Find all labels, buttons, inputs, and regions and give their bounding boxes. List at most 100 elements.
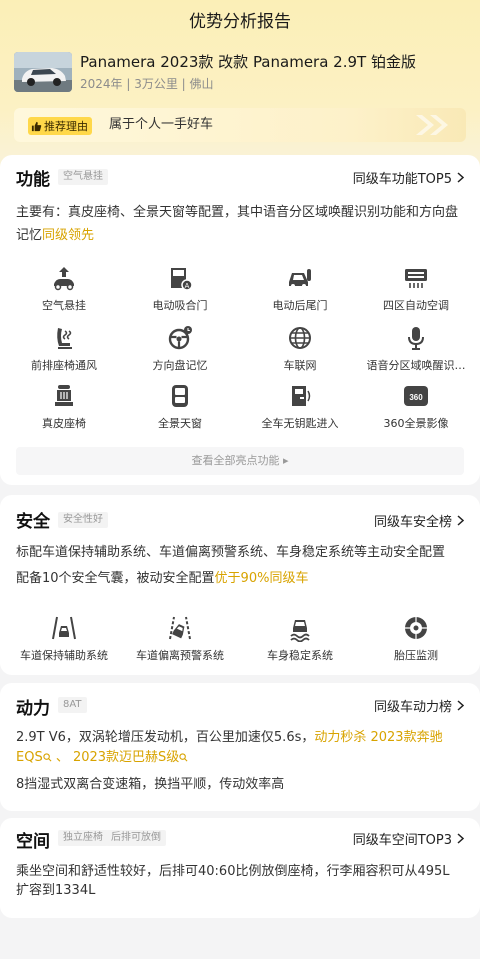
safety-feature-label: 胎压监测: [394, 649, 438, 662]
microphone-icon: [408, 327, 424, 350]
competitor-link-eqs[interactable]: EQS: [16, 750, 43, 765]
recommend-tag: 推荐理由: [28, 117, 92, 135]
connected-car-icon: [289, 327, 311, 349]
feature-air-suspension[interactable]: 空气悬挂: [4, 264, 124, 314]
safety-description-line1: 标配车道保持辅助系统、车道偏离预警系统、车身稳定系统等主动安全配置: [16, 545, 446, 560]
safety-desc-text: 配备10个安全气囊，被动安全配置: [16, 571, 215, 586]
safety-feature-lane-keeping[interactable]: 车道保持辅助系统: [4, 614, 124, 664]
feature-steering-memory[interactable]: 方向盘记忆: [120, 324, 240, 374]
function-description: 主要有：真皮座椅、全景天窗等配置，其中语音分区域唤醒识别功能和方向盘记忆同级领先: [16, 201, 464, 247]
feature-label: 真皮座椅: [42, 417, 86, 430]
chevron-right-icon: [457, 700, 464, 711]
stability-control-icon: [290, 620, 310, 642]
function-card: 功能 空气悬挂 同级车功能TOP5 主要有：真皮座椅、全景天窗等配置，其中语音分…: [0, 155, 480, 485]
sunroof-icon: [172, 385, 188, 407]
power-description-line2: EQS 、 2023款迈巴赫S级: [16, 746, 464, 769]
car-summary[interactable]: Panamera 2023款 改款 Panamera 2.9T 铂金版 2024…: [14, 52, 466, 96]
climate-control-icon: [405, 269, 427, 288]
space-top3-link[interactable]: 同级车空间TOP3: [353, 829, 464, 848]
power-desc-text: 2.9T V6，双涡轮增压发动机，百公里加速仅5.6s，: [16, 730, 315, 745]
lane-departure-icon: [169, 616, 191, 640]
safety-chip: 安全性好: [58, 512, 108, 528]
feature-label: 全车无钥匙进入: [261, 417, 339, 430]
thumbs-up-icon: [31, 121, 42, 131]
power-ranking-link-label: 同级车动力榜: [373, 700, 452, 715]
feature-climate-control[interactable]: 四区自动空调: [356, 264, 476, 314]
feature-label: 语音分区域唤醒识…: [366, 359, 466, 372]
feature-360-camera[interactable]: 360 360全景影像: [356, 382, 476, 432]
safety-feature-label: 车道保持辅助系统: [20, 649, 108, 662]
recommend-text: 属于个人一手好车: [109, 117, 214, 132]
safety-title: 安全: [16, 512, 50, 532]
power-card: 动力 8AT 同级车动力榜 2.9T V6，双涡轮增压发动机，百公里加速仅5.6…: [0, 683, 480, 811]
safety-feature-lane-departure[interactable]: 车道偏离预警系统: [120, 614, 240, 664]
feature-label: 电动后尾门: [272, 299, 328, 312]
feature-label: 电动吸合门: [152, 299, 208, 312]
power-chip: 8AT: [58, 697, 87, 713]
camera-360-icon: 360: [404, 386, 428, 406]
feature-keyless-entry[interactable]: 全车无钥匙进入: [240, 382, 360, 432]
safety-feature-label: 车身稳定系统: [267, 649, 333, 662]
seat-ventilation-icon: [57, 328, 72, 349]
space-title: 空间: [16, 832, 50, 852]
power-title: 动力: [16, 699, 50, 719]
function-chip: 空气悬挂: [58, 169, 108, 185]
page-title: 优势分析报告: [189, 12, 291, 32]
feature-label: 前排座椅通风: [31, 359, 97, 372]
chevron-right-icon: [457, 172, 464, 183]
recommend-tag-label: 推荐理由: [44, 120, 88, 133]
space-chip-2: 后排可放倒: [106, 830, 166, 846]
competitor-link-maybach[interactable]: 2023款迈巴赫S级: [73, 750, 179, 765]
search-icon: [179, 753, 188, 762]
power-description-line3: 8挡湿式双离合变速箱，换挡平顺，传动效率高: [16, 777, 285, 792]
space-description-line2: 扩容到1334L: [16, 883, 96, 898]
safety-ranking-link[interactable]: 同级车安全榜: [374, 511, 464, 530]
feature-label: 360全景影像: [383, 417, 449, 430]
search-icon: [43, 753, 52, 762]
feature-seat-ventilation[interactable]: 前排座椅通风: [4, 324, 124, 374]
steering-memory-icon: [168, 326, 192, 350]
feature-power-door[interactable]: A 电动吸合门: [120, 264, 240, 314]
feature-power-tailgate[interactable]: 电动后尾门: [240, 264, 360, 314]
safety-ranking-link-label: 同级车安全榜: [373, 515, 452, 530]
view-all-features-button[interactable]: 查看全部亮点功能 ▸: [16, 447, 464, 475]
car-name: Panamera 2023款 改款 Panamera 2.9T 铂金版: [80, 53, 416, 71]
power-desc-separator: 、: [51, 750, 73, 765]
safety-feature-tire-pressure[interactable]: 胎压监测: [356, 614, 476, 664]
space-chip-1: 独立座椅: [58, 830, 108, 846]
chevron-right-icon: [457, 515, 464, 526]
space-card: 空间 独立座椅 后排可放倒 同级车空间TOP3 乘坐空间和舒适性较好，后排可40…: [0, 818, 480, 918]
lane-keeping-icon: [52, 616, 76, 640]
safety-description-line2: 配备10个安全气囊，被动安全配置优于90%同级车: [16, 567, 464, 590]
feature-label: 车联网: [283, 359, 317, 372]
feature-label: 全景天窗: [158, 417, 202, 430]
power-tailgate-icon: [289, 269, 311, 288]
car-meta: 2024年 | 3万公里 | 佛山: [80, 77, 214, 91]
leather-seat-icon: [55, 385, 73, 406]
car-thumbnail: [14, 52, 72, 92]
power-ranking-link[interactable]: 同级车动力榜: [374, 696, 464, 715]
feature-label: 方向盘记忆: [152, 359, 208, 372]
svg-text:360: 360: [409, 393, 423, 402]
safety-desc-highlight: 优于90%同级车: [214, 571, 309, 586]
chevron-right-icon: [457, 833, 464, 844]
function-title: 功能: [16, 170, 50, 190]
recommend-reason-banner: 推荐理由 属于个人一手好车: [14, 108, 466, 142]
power-door-icon: A: [171, 268, 193, 291]
safety-feature-label: 车道偏离预警系统: [136, 649, 224, 662]
feature-label: 空气悬挂: [42, 299, 86, 312]
tire-pressure-icon: [405, 617, 427, 639]
feature-connected-car[interactable]: 车联网: [240, 324, 360, 374]
svg-text:A: A: [185, 283, 190, 290]
function-desc-highlight: 同级领先: [42, 228, 95, 243]
air-suspension-icon: [54, 267, 74, 291]
space-top3-link-label: 同级车空间TOP3: [352, 833, 452, 848]
quote-decoration-icon: [416, 115, 448, 135]
safety-feature-stability[interactable]: 车身稳定系统: [240, 614, 360, 664]
feature-voice-wakeup[interactable]: 语音分区域唤醒识…: [356, 324, 476, 374]
keyless-entry-icon: [292, 386, 311, 406]
function-top5-link[interactable]: 同级车功能TOP5: [353, 168, 464, 187]
feature-sunroof[interactable]: 全景天窗: [120, 382, 240, 432]
feature-label: 四区自动空调: [383, 299, 449, 312]
feature-leather-seat[interactable]: 真皮座椅: [4, 382, 124, 432]
